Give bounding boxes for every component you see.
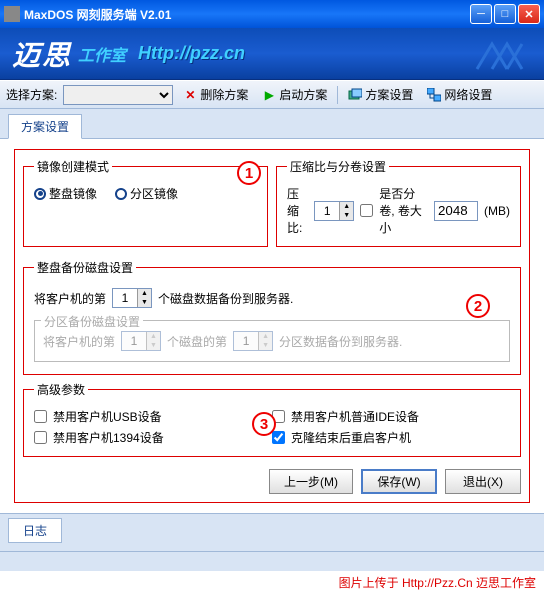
banner-logo: 迈思 <box>12 34 72 74</box>
minimize-button[interactable]: ─ <box>470 4 492 24</box>
fulldisk-backup-legend: 整盘备份磁盘设置 <box>34 259 136 276</box>
split-label: 是否分卷, 卷大小 <box>379 185 428 236</box>
banner-pattern-icon <box>472 34 532 74</box>
partition-index-input <box>234 332 258 350</box>
exit-button[interactable]: 退出(X) <box>445 469 521 494</box>
partition-disk-input <box>122 332 146 350</box>
compress-legend: 压缩比与分卷设置 <box>287 158 389 175</box>
annotation-1: 1 <box>237 161 261 185</box>
disable-1394-checkbox[interactable] <box>34 431 47 444</box>
ratio-spinner[interactable]: ▲▼ <box>314 201 354 221</box>
banner: 迈思 工作室 Http://pzz.cn <box>0 28 544 80</box>
split-volume-checkbox[interactable] <box>360 204 373 217</box>
annotation-3: 3 <box>252 412 276 436</box>
ratio-input[interactable] <box>315 202 339 220</box>
tab-plan-settings[interactable]: 方案设置 <box>8 114 82 139</box>
spin-up-icon[interactable]: ▲ <box>339 202 353 211</box>
titlebar: MaxDOS 网刻服务端 V2.01 ─ □ ✕ <box>0 0 544 28</box>
partition-index-spinner: ▲▼ <box>233 331 273 351</box>
plan-select-label: 选择方案: <box>6 86 57 103</box>
save-button[interactable]: 保存(W) <box>361 469 437 494</box>
plan-settings-button[interactable]: 方案设置 <box>344 84 417 105</box>
tab-log[interactable]: 日志 <box>8 518 62 543</box>
partition-mid: 个磁盘的第 <box>167 333 227 350</box>
partition-disk-spinner: ▲▼ <box>121 331 161 351</box>
partition-suffix: 分区数据备份到服务器. <box>279 333 402 350</box>
fulldisk-backup-group: 整盘备份磁盘设置 2 将客户机的第 ▲▼ 个磁盘数据备份到服务器. 分区备份磁盘… <box>23 259 521 375</box>
spin-up-icon[interactable]: ▲ <box>137 289 151 298</box>
volume-size-input[interactable] <box>434 201 478 221</box>
prev-button[interactable]: 上一步(M) <box>269 469 353 494</box>
spin-down-icon: ▼ <box>258 341 272 350</box>
disable-usb-checkbox[interactable] <box>34 410 47 423</box>
banner-subtitle: 工作室 <box>78 42 126 66</box>
annotation-2: 2 <box>466 294 490 318</box>
maximize-button[interactable]: □ <box>494 4 516 24</box>
delete-plan-button[interactable]: ✕ 删除方案 <box>179 84 252 105</box>
compress-group: 压缩比与分卷设置 压缩比: ▲▼ 是否分卷, 卷大小 (MB) <box>276 158 521 247</box>
mirror-mode-group: 镜像创建模式 1 整盘镜像 分区镜像 <box>23 158 268 247</box>
network-icon <box>427 88 441 102</box>
network-settings-button[interactable]: 网络设置 <box>423 84 496 105</box>
toolbar: 选择方案: ✕ 删除方案 ▶ 启动方案 方案设置 网络设置 <box>0 80 544 109</box>
play-icon: ▶ <box>262 88 276 102</box>
spin-down-icon[interactable]: ▼ <box>137 298 151 307</box>
disk-index-spinner[interactable]: ▲▼ <box>112 288 152 308</box>
size-unit: (MB) <box>484 204 510 218</box>
mirror-mode-legend: 镜像创建模式 <box>34 158 112 175</box>
log-area: 日志 <box>0 513 544 551</box>
start-plan-button[interactable]: ▶ 启动方案 <box>258 84 331 105</box>
partition-backup-legend: 分区备份磁盘设置 <box>41 313 143 330</box>
settings-icon <box>348 88 362 102</box>
content-area: 镜像创建模式 1 整盘镜像 分区镜像 压缩比与分卷设置 压缩比: <box>0 139 544 513</box>
partition-backup-group: 分区备份磁盘设置 将客户机的第 ▲▼ 个磁盘的第 ▲▼ 分区数据备份到服务器. <box>34 320 510 362</box>
app-icon <box>4 6 20 22</box>
window-title: MaxDOS 网刻服务端 V2.01 <box>24 6 470 23</box>
advanced-group: 高级参数 3 禁用客户机USB设备 禁用客户机1394设备 禁用客户机普通IDE… <box>23 381 521 457</box>
full-disk-mirror-radio[interactable]: 整盘镜像 <box>34 185 97 202</box>
plan-select[interactable] <box>63 85 173 105</box>
spin-up-icon: ▲ <box>258 332 272 341</box>
button-row: 上一步(M) 保存(W) 退出(X) <box>23 463 521 494</box>
spin-down-icon[interactable]: ▼ <box>339 211 353 220</box>
status-bar <box>0 551 544 571</box>
banner-url: Http://pzz.cn <box>138 43 245 64</box>
spin-down-icon: ▼ <box>146 341 160 350</box>
advanced-legend: 高级参数 <box>34 381 88 398</box>
fulldisk-suffix: 个磁盘数据备份到服务器. <box>158 290 293 307</box>
partition-mirror-radio[interactable]: 分区镜像 <box>115 185 178 202</box>
close-button[interactable]: ✕ <box>518 4 540 24</box>
spin-up-icon: ▲ <box>146 332 160 341</box>
ratio-label: 压缩比: <box>287 185 308 236</box>
delete-icon: ✕ <box>183 88 197 102</box>
partition-prefix: 将客户机的第 <box>43 333 115 350</box>
radio-unchecked-icon <box>115 188 127 200</box>
footer-credit: 图片上传于 Http://Pzz.Cn 迈思工作室 <box>0 571 544 594</box>
fulldisk-prefix: 将客户机的第 <box>34 290 106 307</box>
radio-checked-icon <box>34 188 46 200</box>
tab-row: 方案设置 <box>0 109 544 139</box>
disk-index-input[interactable] <box>113 289 137 307</box>
reboot-after-clone-checkbox[interactable] <box>272 431 285 444</box>
